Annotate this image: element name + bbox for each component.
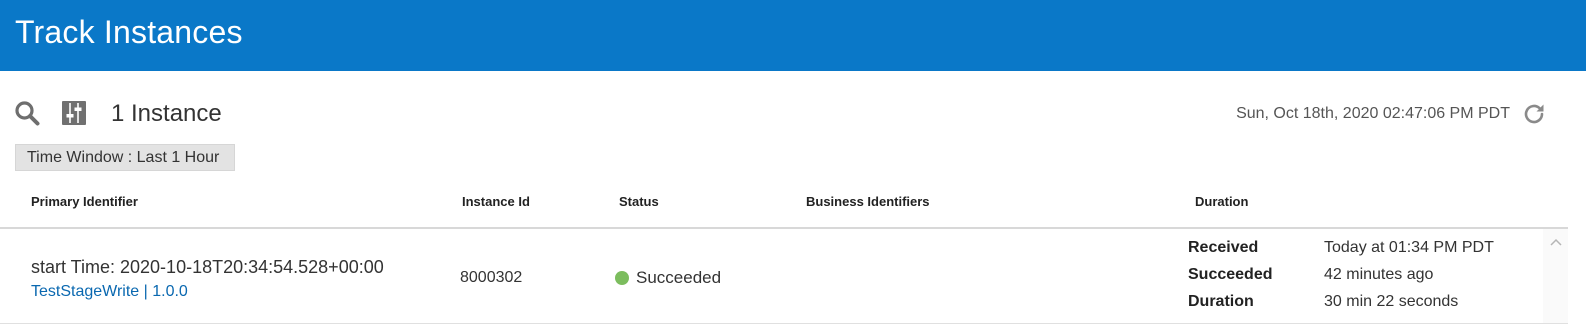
row-divider — [0, 323, 1568, 324]
status-success-icon — [615, 271, 629, 285]
duration-value: 30 min 22 seconds — [1324, 293, 1459, 310]
scroll-up-icon[interactable] — [1550, 237, 1562, 247]
column-header-instance-id[interactable]: Instance Id — [462, 194, 530, 209]
received-value: Today at 01:34 PM PDT — [1324, 239, 1494, 256]
refresh-icon[interactable] — [1522, 102, 1546, 126]
column-header-primary-identifier[interactable]: Primary Identifier — [31, 194, 138, 209]
status-label: Succeeded — [636, 268, 722, 287]
search-icon[interactable] — [14, 100, 40, 126]
last-refreshed-timestamp: Sun, Oct 18th, 2020 02:47:06 PM PDT — [1236, 105, 1510, 122]
instance-count: 1 Instance — [111, 100, 222, 127]
column-header-duration[interactable]: Duration — [1195, 194, 1248, 209]
column-header-business-identifiers[interactable]: Business Identifiers — [806, 194, 930, 209]
table-header-divider — [0, 227, 1568, 229]
received-label: Received — [1188, 239, 1259, 256]
page-title: Track Instances — [15, 14, 243, 50]
page-header: Track Instances — [0, 0, 1586, 71]
integration-link[interactable]: TestStageWrite | 1.0.0 — [31, 283, 188, 301]
succeeded-label: Succeeded — [1188, 266, 1273, 283]
filter-sliders-icon[interactable] — [61, 100, 87, 126]
column-header-status[interactable]: Status — [619, 194, 659, 209]
succeeded-value: 42 minutes ago — [1324, 266, 1434, 283]
instance-id: 8000302 — [460, 269, 523, 286]
time-window-filter[interactable]: Time Window : Last 1 Hour — [15, 144, 235, 171]
duration-label: Duration — [1188, 293, 1254, 310]
primary-identifier: start Time: 2020-10-18T20:34:54.528+00:0… — [31, 257, 384, 277]
